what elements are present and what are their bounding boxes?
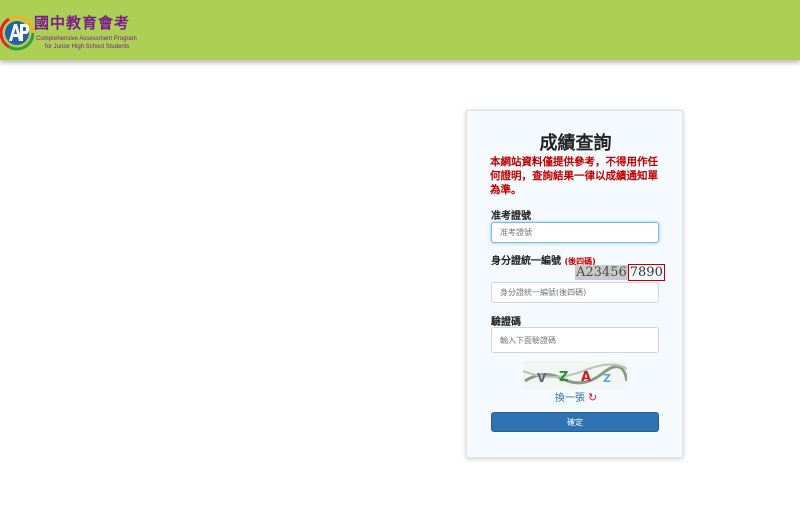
- cap-logo[interactable]: 國中教育會考 Comprehensive Assessment Program …: [0, 3, 170, 59]
- id-sample-image: A23456 7890: [575, 264, 665, 281]
- id-no-label-text: 身分證統一編號: [491, 256, 561, 267]
- exam-no-input[interactable]: [491, 222, 659, 243]
- id-no-input[interactable]: [491, 282, 659, 303]
- exam-no-label: 准考證號: [491, 211, 531, 222]
- logo-title: 國中教育會考: [34, 14, 131, 32]
- id-sample-tail: 7890: [627, 264, 665, 281]
- score-query-card: 成績查詢 本網站資料僅提供參考，不得用作任何證明，查詢結果一律以成績通知單為準。…: [466, 110, 683, 458]
- submit-button[interactable]: 確定: [491, 412, 659, 432]
- refresh-captcha-label: 換一張: [555, 393, 585, 404]
- cap-logo-icon: [0, 15, 34, 51]
- captcha-char-3: A: [581, 370, 591, 385]
- site-header: 國中教育會考 Comprehensive Assessment Program …: [0, 0, 800, 60]
- refresh-captcha-link[interactable]: 換一張 ↻: [555, 389, 597, 404]
- captcha-image: V Z A Z: [523, 361, 627, 389]
- captcha-input[interactable]: [491, 327, 659, 353]
- captcha-label: 驗證碼: [491, 317, 521, 328]
- page-title: 成績查詢: [539, 133, 612, 154]
- logo-subtitle-line2: for Junior High School Students: [45, 44, 130, 50]
- captcha-char-4: Z: [603, 372, 611, 385]
- captcha-char-2: Z: [559, 370, 568, 385]
- captcha-char-1: V: [537, 371, 547, 385]
- id-sample-head: A23456: [575, 265, 628, 280]
- logo-subtitle-line1: Comprehensive Assessment Program: [36, 36, 137, 42]
- refresh-icon: ↻: [588, 391, 598, 404]
- disclaimer-notice: 本網站資料僅提供參考，不得用作任何證明，查詢結果一律以成績通知單為準。: [490, 156, 658, 196]
